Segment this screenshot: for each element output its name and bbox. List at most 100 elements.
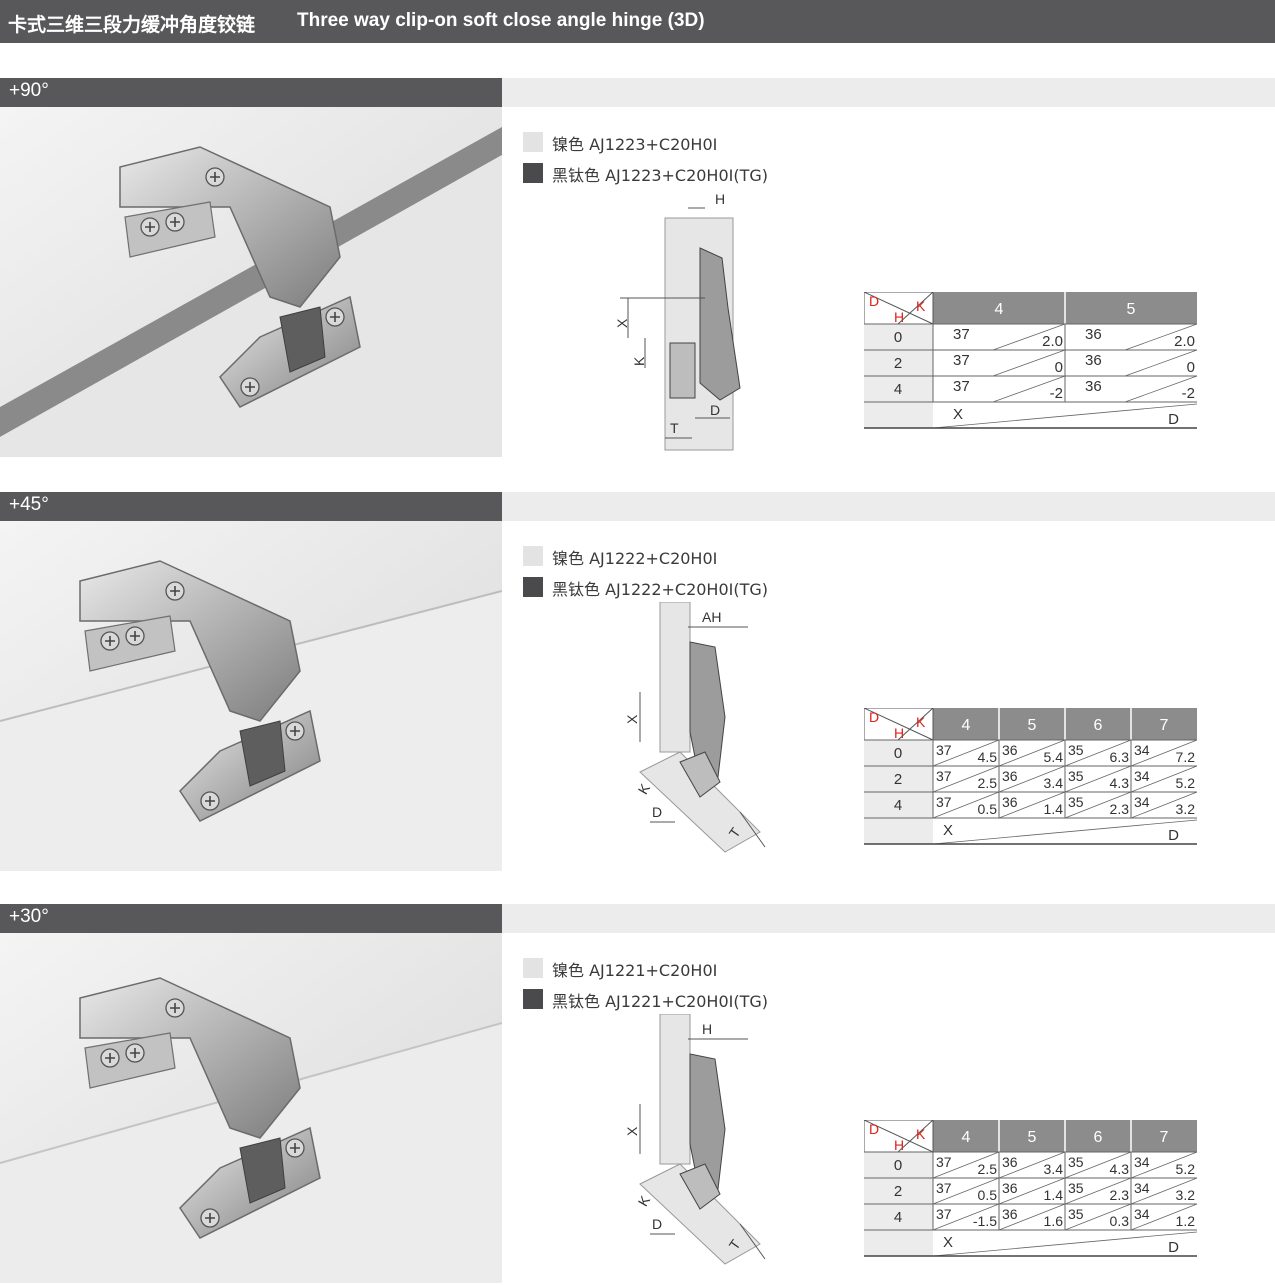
d-value: 0.5 (978, 1187, 998, 1203)
footer-x-label: X (943, 1234, 953, 1251)
x-value: 35 (1068, 1180, 1084, 1196)
title-bar: 卡式三维三段力缓冲角度铰链 Three way clip-on soft clo… (0, 0, 1275, 43)
hinge-photo (0, 933, 502, 1283)
x-value: 35 (1068, 742, 1084, 758)
x-value: 37 (953, 326, 970, 343)
d-value: 2.3 (1110, 801, 1130, 817)
x-value: 34 (1134, 742, 1150, 758)
corner-h-label: H (894, 309, 904, 325)
finish-label: 黑钛色 AJ1222+C20H0I(TG) (552, 576, 768, 600)
h-value: 2 (894, 771, 902, 788)
dim-d-label: D (652, 1216, 662, 1232)
k-header: 6 (1094, 717, 1103, 734)
x-value: 37 (953, 352, 970, 369)
d-value: -2 (1182, 385, 1195, 402)
dim-x-label: X (624, 1126, 640, 1136)
x-value: 36 (1002, 1206, 1018, 1222)
dim-h-label: H (702, 1021, 712, 1037)
d-value: 6.3 (1110, 749, 1130, 765)
x-value: 37 (936, 794, 952, 810)
x-value: 36 (1085, 378, 1102, 395)
angle-label: +30° (9, 906, 49, 927)
x-value: 35 (1068, 768, 1084, 784)
dim-k-label: K (631, 356, 647, 366)
dimension-table: D H K 4 5 0 37 2.0 36 2.0 2 37 0 36 0 4 37 -2 36 -2 X D (864, 292, 1198, 429)
header-band (502, 78, 1275, 107)
corner-h-label: H (894, 1137, 904, 1153)
finish-label: 黑钛色 AJ1221+C20H0I(TG) (552, 988, 768, 1012)
x-value: 35 (1068, 1154, 1084, 1170)
technical-drawing: HXKDT (600, 188, 800, 458)
nickel-swatch (523, 958, 543, 978)
finish-name: 镍色 (552, 135, 585, 154)
finish-name: 黑钛色 (552, 580, 601, 599)
d-value: 1.6 (1044, 1213, 1064, 1229)
d-value: 4.3 (1110, 775, 1130, 791)
x-value: 37 (953, 378, 970, 395)
x-value: 36 (1002, 794, 1018, 810)
hinge-photo (0, 521, 502, 871)
footer-x-label: X (953, 406, 963, 423)
h-value: 0 (894, 329, 902, 346)
finish-label: 黑钛色 AJ1223+C20H0I(TG) (552, 162, 768, 186)
angle-header: +45° (0, 492, 502, 521)
finish-code: AJ1221+C20H0I (589, 961, 718, 980)
d-value: -1.5 (973, 1213, 997, 1229)
k-header: 4 (995, 301, 1004, 318)
corner-k-label: K (916, 1126, 926, 1142)
dim-d-label: D (652, 804, 662, 820)
d-value: 3.2 (1176, 801, 1196, 817)
k-header: 5 (1028, 1129, 1037, 1146)
corner-d-label: D (869, 709, 879, 725)
h-value: 4 (894, 381, 902, 398)
x-value: 36 (1085, 326, 1102, 343)
x-value: 37 (936, 1180, 952, 1196)
angle-header: +30° (0, 904, 502, 933)
finish-code: AJ1222+C20H0I (589, 549, 718, 568)
corner-k-label: K (916, 298, 926, 314)
finish-name: 黑钛色 (552, 992, 601, 1011)
d-value: 4.3 (1110, 1161, 1130, 1177)
black-swatch (523, 989, 543, 1009)
finish-label: 镍色 AJ1223+C20H0I (552, 131, 717, 155)
hinge-section: +45° 镍色 AJ1222+C20H0I 黑钛色 AJ1222+C20H0I(TG… (0, 492, 1275, 872)
technical-drawing: HXKDT (600, 1014, 800, 1284)
angle-label: +90° (9, 80, 49, 101)
d-value: 0 (1187, 359, 1195, 376)
k-header: 5 (1127, 301, 1136, 318)
k-header: 4 (962, 1129, 971, 1146)
header-band (502, 904, 1275, 933)
d-value: 5.4 (1044, 749, 1064, 765)
d-value: 3.2 (1176, 1187, 1196, 1203)
d-value: 5.2 (1176, 775, 1196, 791)
finish-name: 黑钛色 (552, 166, 601, 185)
x-value: 36 (1002, 742, 1018, 758)
angle-header: +90° (0, 78, 502, 107)
x-value: 34 (1134, 794, 1150, 810)
k-header: 4 (962, 717, 971, 734)
header-band (502, 492, 1275, 521)
d-value: 5.2 (1176, 1161, 1196, 1177)
dim-x-label: X (624, 714, 640, 724)
footer-d-label: D (1168, 827, 1179, 844)
x-value: 34 (1134, 1180, 1150, 1196)
angle-label: +45° (9, 494, 49, 515)
hinge-section: +30° 镍色 AJ1221+C20H0I 黑钛色 AJ1221+C20H0I(TG… (0, 904, 1275, 1284)
d-value: 2.0 (1042, 333, 1063, 350)
dim-h-label: H (715, 191, 725, 207)
d-value: 0.5 (978, 801, 998, 817)
finish-code: AJ1222+C20H0I(TG) (605, 580, 769, 599)
h-value: 0 (894, 745, 902, 762)
k-header: 7 (1160, 717, 1169, 734)
x-value: 34 (1134, 1206, 1150, 1222)
dimension-table: D H K 4 5 6 7 0 37 4.5 36 5.4 35 6.3 34 7.2 2 37 2.5 36 3.4 3… (864, 708, 1198, 845)
d-value: 0 (1055, 359, 1063, 376)
nickel-swatch (523, 546, 543, 566)
hinge-photo (0, 107, 502, 457)
x-value: 37 (936, 742, 952, 758)
footer-d-label: D (1168, 411, 1179, 428)
h-value: 0 (894, 1157, 902, 1174)
dim-k-label: K (635, 1192, 654, 1209)
x-value: 34 (1134, 1154, 1150, 1170)
x-value: 36 (1002, 1154, 1018, 1170)
